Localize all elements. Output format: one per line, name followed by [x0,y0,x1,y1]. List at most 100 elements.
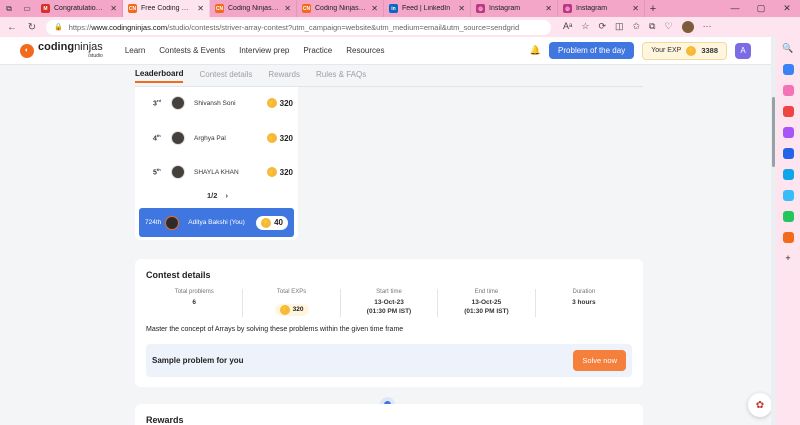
exp-value: 3388 [701,46,718,55]
user-avatar[interactable]: A [735,42,751,59]
contest-tabs: Leaderboard Contest details Rewards Rules &… [135,67,366,85]
stat-end-time: End time 13-Oct-25 (01:30 PM IST) [438,289,536,317]
exp-badge[interactable]: Your EXP ⚡ 3388 [642,41,727,60]
lock-icon: 🔒 [54,24,63,31]
browser-tab[interactable]: ◎ Instagram ✕ [558,0,645,17]
nav-link-practice[interactable]: Practice [303,46,332,55]
favorites-icon[interactable]: ✩ [633,21,641,33]
split-screen-icon[interactable]: ◫ [615,21,624,33]
browser-tab[interactable]: CN Coding Ninjas Studio✕ [210,0,297,17]
tab-close-icon[interactable]: ✕ [371,4,378,13]
current-user-row: 724th Aditya Bakshi (You) ⚡ 40 [139,208,294,237]
participant-points: ⚡ 320 [266,98,293,108]
extension-icon[interactable]: ⟳ [598,21,606,33]
browser-toolbar: ← ↻ 🔒 https://www.codingninjas.com/studi… [0,17,800,37]
nav-link-learn[interactable]: Learn [125,46,145,55]
back-icon[interactable]: ← [6,22,18,33]
stat-label: Start time [376,289,402,295]
tab-actions-icon[interactable]: ▭ [18,0,36,17]
tab-close-icon[interactable]: ✕ [197,4,204,13]
add-sidebar-icon[interactable]: + [785,253,790,263]
current-user-rank: 724th [145,219,162,226]
browser-tab[interactable]: ◎ Instagram ✕ [471,0,558,17]
shopping-icon[interactable] [782,85,794,96]
workspaces-icon[interactable]: ⧉ [0,0,18,17]
coin-icon: ⚡ [261,217,272,228]
points-value: 320 [279,98,293,108]
nav-link-contests-events[interactable]: Contests & Events [159,46,225,55]
browser-tab[interactable]: CN Free Coding Compe ✕ [123,0,210,17]
tab-rules-faqs[interactable]: Rules & FAQs [316,70,366,82]
tab-leaderboard[interactable]: Leaderboard [135,69,184,83]
rank: 3rd [153,98,171,107]
chat-assistant-icon[interactable]: ✿ [748,393,772,417]
tab-close-icon[interactable]: ✕ [110,4,117,13]
address-bar[interactable]: 🔒 https://www.codingninjas.com/studio/co… [46,19,551,35]
contest-description: Master the concept of Arrays by solving … [146,326,404,333]
close-window-icon[interactable]: ✕ [774,3,800,14]
leaderboard-row: 5th SHAYLA KHAN ⚡ 320 [153,165,293,179]
contest-details-card: Contest details Total problems 6 Total EXP… [135,259,643,387]
nav-link-interview-prep[interactable]: Interview prep [239,46,289,55]
participant-avatar [171,96,185,110]
nav-link-resources[interactable]: Resources [346,46,384,55]
new-tab-button[interactable]: + [645,3,661,15]
tab-title: Feed | LinkedIn [402,5,451,12]
search-icon[interactable]: 🔍 [782,43,793,54]
browser-sidebar: 🔍 + [776,37,800,425]
stat-label: Duration [572,289,596,295]
tab-close-icon[interactable]: ✕ [458,4,465,13]
stat-value: 6 [192,299,197,306]
rank-suffix: th [156,167,161,173]
browser-tab[interactable]: M Congratulations Adi ✕ [36,0,123,17]
logo-sub: /studio [88,53,103,59]
current-user-avatar [165,215,180,230]
read-aloud-icon[interactable]: Aᵃ [563,21,572,33]
collections-icon[interactable]: ⧉ [649,21,655,33]
linkedin-icon: in [389,4,398,13]
tools-icon[interactable] [782,106,794,117]
tab-close-icon[interactable]: ✕ [284,4,291,13]
rank: 4th [153,133,171,142]
copilot-icon[interactable] [782,64,794,75]
tab-close-icon[interactable]: ✕ [632,4,639,13]
sample-problem-banner: Sample problem for you Solve now [146,344,632,377]
participant-name: Shivansh Soni [194,99,236,107]
problem-of-the-day-button[interactable]: Problem of the day [549,42,635,59]
tab-title: Instagram [489,5,521,12]
scrollbar-thumb[interactable] [772,97,775,167]
window-controls: — ▢ ✕ [722,3,800,14]
solve-now-button[interactable]: Solve now [573,350,626,371]
outlook-icon[interactable] [782,169,794,180]
participant-name: Arghya Pal [194,134,226,142]
leaderboard-pager: 1/2 › [207,191,228,200]
browser-tabstrip: ⧉ ▭ M Congratulations Adi ✕ CN Free Coding C… [0,0,800,17]
instagram-icon: ◎ [563,4,572,13]
current-user-points: ⚡ 40 [256,215,288,230]
tab-title: Free Coding Compe [141,5,193,12]
stat-start-time: Start time 13-Oct-23 (01:30 PM IST) [341,289,439,317]
games-icon[interactable] [782,127,794,138]
coin-icon: ⚡ [266,133,277,143]
telegram-icon[interactable] [782,190,794,201]
more-menu-icon[interactable]: ··· [703,21,712,33]
browser-tab[interactable]: in Feed | LinkedIn ✕ [384,0,471,17]
refresh-icon[interactable]: ↻ [26,22,38,33]
tab-close-icon[interactable]: ✕ [545,4,552,13]
pager-next-icon[interactable]: › [225,191,228,200]
profile-avatar[interactable] [681,21,694,33]
microsoft365-icon[interactable] [782,148,794,159]
tab-rewards[interactable]: Rewards [268,70,300,82]
tab-title: Coding Ninjas Studio [315,5,368,12]
codingninjas-logo[interactable]: ◐ codingninjas /studio [20,42,103,59]
browser-tab[interactable]: CN Coding Ninjas Studio✕ [297,0,384,17]
browser-essentials-icon[interactable]: ♡ [664,21,672,33]
drop-icon[interactable] [782,211,794,222]
codingninjas-sidebar-icon[interactable] [782,232,794,243]
minimize-icon[interactable]: — [722,3,748,14]
tab-contest-details[interactable]: Contest details [199,70,252,82]
favorite-star-icon[interactable]: ☆ [581,21,589,33]
notification-bell-icon[interactable]: 🔔 [530,45,541,56]
maximize-icon[interactable]: ▢ [748,3,774,14]
stat-label: End time [474,289,499,295]
